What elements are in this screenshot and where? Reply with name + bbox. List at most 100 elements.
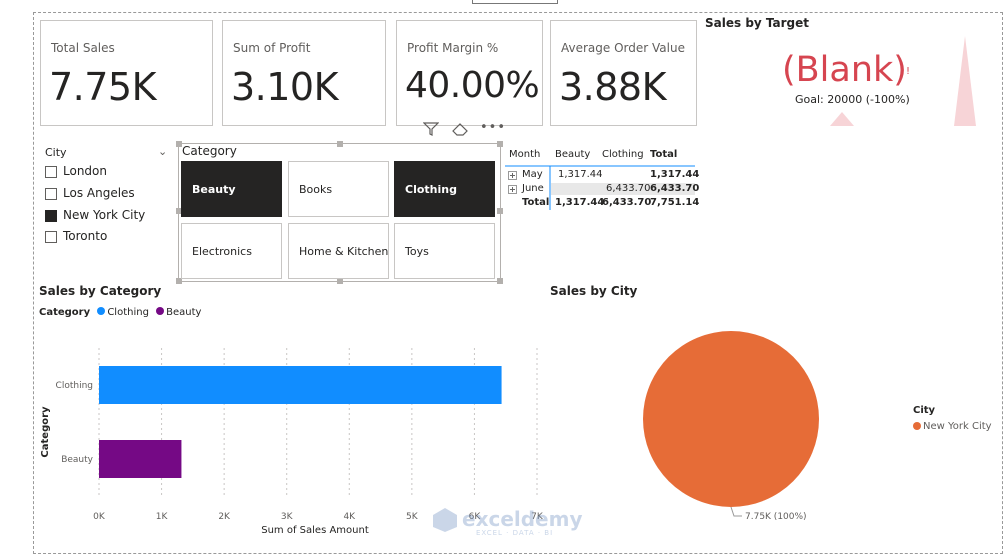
city-label: New York City (63, 208, 146, 222)
legend-title: Category (39, 307, 91, 318)
matrix-cell-total: 1,317.44 (650, 169, 700, 180)
y-tick-label: Clothing (56, 381, 93, 391)
tile-label: Clothing (405, 183, 457, 196)
category-tile-books[interactable]: Books (288, 161, 389, 217)
city-slicer-header: City (45, 146, 67, 159)
matrix-cell-total: 6,433.70 (602, 197, 652, 208)
checkbox-icon[interactable] (45, 231, 57, 243)
gauge-value: (Blank) (782, 50, 907, 90)
resize-handle[interactable] (497, 278, 503, 284)
top-tab-outline[interactable] (472, 0, 558, 4)
kpi-label: Sum of Profit (233, 41, 311, 55)
matrix-header-clothing: Clothing (602, 149, 644, 160)
x-tick-label: 0K (93, 512, 106, 522)
x-axis-title: Sum of Sales Amount (261, 525, 369, 536)
category-slicer-title: Category (182, 144, 237, 158)
eraser-icon[interactable] (451, 122, 469, 140)
legend-dot (97, 307, 106, 315)
legend-item-beauty[interactable]: Beauty (152, 307, 201, 318)
matrix-row-label: May (522, 169, 543, 180)
x-tick-label: 1K (156, 512, 169, 522)
city-slicer-item-los-angeles[interactable]: Los Angeles (45, 186, 165, 204)
resize-handle[interactable] (497, 208, 503, 214)
matrix-cell-total: 7,751.14 (650, 197, 700, 208)
pie-legend-item[interactable]: New York City (923, 421, 992, 432)
gauge-goal: Goal: 20000 (-100%) (795, 93, 910, 106)
pie-data-label: 7.75K (100%) (745, 512, 807, 522)
kpi-card-total-sales[interactable]: Total Sales 7.75K (40, 20, 213, 126)
leader-line (730, 506, 742, 517)
kpi-value: 3.10K (231, 65, 339, 109)
more-options-icon[interactable]: ••• (480, 120, 506, 135)
kpi-card-average-order-value[interactable]: Average Order Value 3.88K (550, 20, 697, 126)
matrix-header-month: Month (509, 149, 541, 160)
legend-dot (156, 307, 165, 315)
category-tile-home-kitchen[interactable]: Home & Kitchen (288, 223, 389, 279)
exceldemy-logo-icon (433, 508, 457, 532)
chevron-down-icon[interactable]: ⌄ (158, 145, 167, 158)
bar-chart-legend: Category Clothing Beauty (39, 307, 201, 318)
legend-dot (913, 422, 921, 430)
matrix-cell-total: 1,317.44 (555, 197, 605, 208)
tile-label: Electronics (192, 245, 252, 258)
gauge-target-marker (954, 36, 976, 126)
y-axis-title: Category (40, 406, 51, 458)
report-canvas: Total Sales 7.75K Sum of Profit 3.10K Pr… (0, 0, 1006, 554)
kpi-label: Average Order Value (561, 41, 685, 55)
pie-chart-title: Sales by City (550, 284, 638, 298)
category-tile-toys[interactable]: Toys (394, 223, 495, 279)
x-tick-label: 2K (218, 512, 231, 522)
checkbox-checked-icon[interactable] (45, 210, 57, 222)
kpi-value: 7.75K (49, 65, 157, 109)
kpi-value: 3.88K (559, 65, 667, 109)
gauge-min-marker (830, 112, 854, 126)
y-tick-label: Beauty (61, 455, 93, 465)
tile-label: Toys (405, 245, 429, 258)
x-tick-label: 5K (406, 512, 419, 522)
category-tile-electronics[interactable]: Electronics (181, 223, 282, 279)
kpi-card-sum-of-profit[interactable]: Sum of Profit 3.10K (222, 20, 386, 126)
exceldemy-watermark: exceldemy EXCEL · DATA · BI (432, 505, 583, 541)
tile-label: Beauty (192, 183, 236, 196)
category-tile-clothing[interactable]: Clothing (394, 161, 495, 217)
pie-legend-title: City (913, 405, 936, 416)
watermark-sub: EXCEL · DATA · BI (476, 529, 554, 537)
matrix-cell: 1,317.44 (558, 169, 603, 180)
checkbox-icon[interactable] (45, 188, 57, 200)
city-label: Toronto (63, 229, 108, 243)
bar-beauty[interactable] (99, 440, 182, 478)
pie-slice-new-york-city[interactable] (643, 331, 819, 507)
kpi-label: Profit Margin % (407, 41, 499, 55)
matrix-header-beauty: Beauty (555, 149, 591, 160)
city-label: London (63, 164, 107, 178)
kpi-card-profit-margin[interactable]: Profit Margin % 40.00% (396, 20, 543, 126)
expand-plus-icon[interactable] (508, 171, 517, 180)
gauge-title: Sales by Target (705, 16, 810, 30)
bar-chart-title: Sales by Category (39, 284, 162, 298)
city-slicer-item-london[interactable]: London (45, 164, 165, 182)
city-slicer-item-toronto[interactable]: Toronto (45, 229, 165, 247)
expand-plus-icon[interactable] (508, 185, 517, 194)
checkbox-icon[interactable] (45, 166, 57, 178)
city-label: Los Angeles (63, 186, 135, 200)
tile-label: Books (299, 183, 333, 196)
matrix-cell-total: 6,433.70 (650, 183, 700, 194)
filter-icon[interactable] (422, 122, 440, 140)
matrix-cell: 6,433.70 (606, 183, 651, 194)
resize-handle[interactable] (337, 141, 343, 147)
matrix-header-total: Total (650, 149, 678, 160)
tile-label: Home & Kitchen (299, 245, 389, 258)
city-slicer-item-new-york-city[interactable]: New York City (45, 208, 165, 226)
bar-clothing[interactable] (99, 366, 502, 404)
x-tick-label: 3K (281, 512, 294, 522)
kpi-label: Total Sales (51, 41, 115, 55)
matrix-row-label-total: Total (522, 197, 550, 208)
category-tile-beauty[interactable]: Beauty (181, 161, 282, 217)
watermark-name: exceldemy (462, 507, 583, 531)
pie-chart[interactable]: 7.75K (100%) City New York City (600, 320, 1000, 530)
legend-item-clothing[interactable]: Clothing (93, 307, 149, 318)
matrix-row-label: June (522, 183, 544, 194)
kpi-value: 40.00% (405, 65, 540, 106)
resize-handle[interactable] (497, 141, 503, 147)
x-tick-label: 4K (343, 512, 356, 522)
